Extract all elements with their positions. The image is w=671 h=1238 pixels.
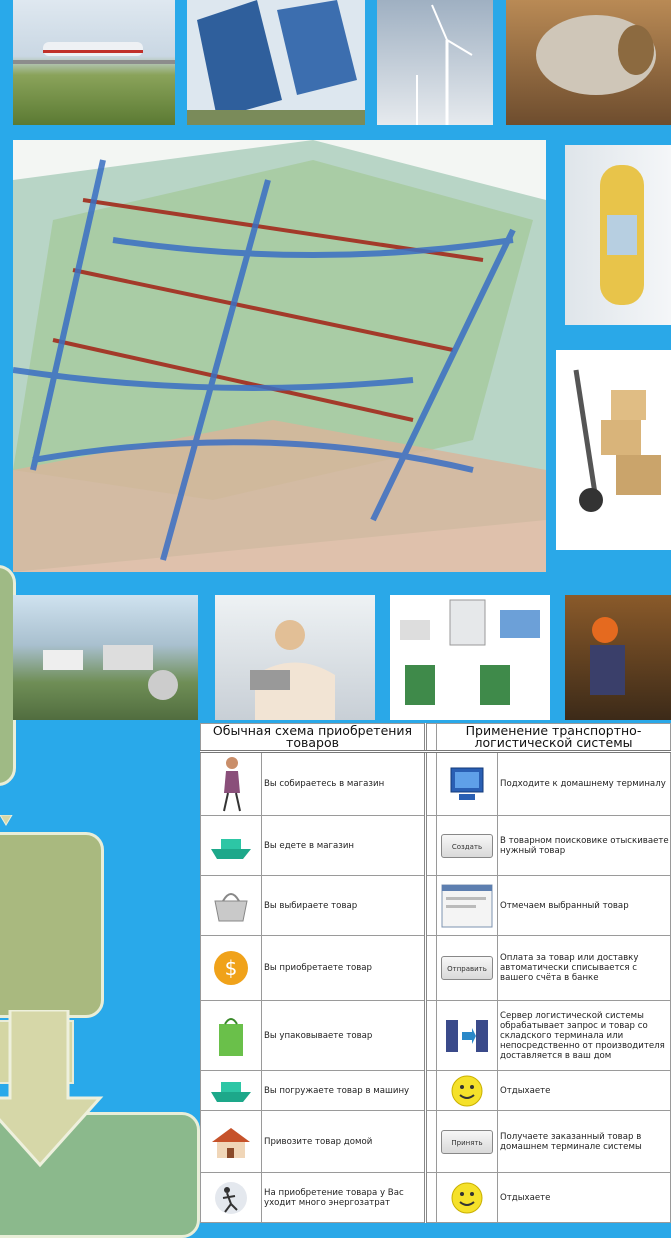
svg-text:$: $	[225, 956, 238, 980]
receive-button[interactable]: Принять	[441, 1129, 493, 1154]
down-arrow-icon	[0, 1010, 104, 1168]
row-right-text: Отдыхаете	[497, 1172, 671, 1223]
row-left-text: Вы выбираете товар	[261, 875, 426, 936]
smiley-icon	[436, 1172, 498, 1223]
table-row: Вы упаковываете товар Сервер логистическ…	[200, 1000, 671, 1071]
boat-icon	[200, 815, 262, 876]
hand-truck-boxes-photo	[556, 350, 671, 550]
house-icon	[200, 1110, 262, 1173]
row-right-text: Оплата за товар или доставку автоматичес…	[497, 935, 671, 1001]
table-row: $ Вы приобретаете товар Отправить Оплата…	[200, 935, 671, 1001]
header-right: Применение транспортно-логистической сис…	[436, 723, 671, 753]
dollar-coin-icon: $	[200, 935, 262, 1001]
table-row: Вы выбираете товар Отмечаем выбранный то…	[200, 875, 671, 936]
table-row: Привозите товар домой Принять Получаете …	[200, 1110, 671, 1173]
capsule-elevator-photo	[565, 145, 671, 325]
solar-panels-photo	[187, 0, 365, 125]
transport-tunnels-diagram	[13, 140, 546, 572]
small-arrow-icon	[0, 815, 13, 826]
row-right-text: Подходите к домашнему терминалу	[497, 751, 671, 816]
comparison-table: Обычная схема приобретения товаров Приме…	[200, 723, 671, 1223]
row-right-text: Отмечаем выбранный товар	[497, 875, 671, 936]
row-left-text: Вы собираетесь в магазин	[261, 751, 426, 816]
row-left-text: Привозите товар домой	[261, 1110, 426, 1173]
create-button[interactable]: Создать	[441, 833, 493, 858]
city-aerial-photo	[13, 595, 198, 720]
window-screenshot-icon	[436, 875, 498, 936]
row-right-text: Сервер логистической системы обрабатывае…	[497, 1000, 671, 1071]
shopping-basket-icon	[200, 875, 262, 936]
table-row: Вы погружаете товар в машину Отдыхаете	[200, 1070, 671, 1111]
server-transfer-icon	[436, 1000, 498, 1071]
wind-turbines-photo	[377, 0, 493, 125]
row-right-text: В товарном поисковике отыскиваете нужный…	[497, 815, 671, 876]
create-button-icon[interactable]: Создать	[436, 815, 498, 876]
table-header-row: Обычная схема приобретения товаров Приме…	[200, 723, 671, 753]
row-right-text: Получаете заказанный товар в домашнем те…	[497, 1110, 671, 1173]
row-left-text: Вы едете в магазин	[261, 815, 426, 876]
row-left-text: Вы упаковываете товар	[261, 1000, 426, 1071]
woman-laptop-photo	[215, 595, 375, 720]
woman-walking-icon	[200, 751, 262, 816]
tunnel-pipe-photo	[506, 0, 671, 125]
recycle-bag-icon	[200, 1000, 262, 1071]
green-box-middle	[0, 832, 104, 1018]
row-left-text: Вы погружаете товар в машину	[261, 1070, 426, 1111]
running-people-icon	[200, 1172, 262, 1223]
row-left-text: На приобретение товара у Вас уходит мног…	[261, 1172, 426, 1223]
table-row: На приобретение товара у Вас уходит мног…	[200, 1172, 671, 1223]
receive-button-icon[interactable]: Принять	[436, 1110, 498, 1173]
send-button[interactable]: Отправить	[441, 956, 493, 980]
computer-terminal-icon	[436, 751, 498, 816]
table-row: Вы собираетесь в магазин Подходите к дом…	[200, 751, 671, 816]
maglev-train-photo	[13, 0, 175, 125]
column-divider	[424, 723, 437, 753]
worker-tunnel-photo	[565, 595, 671, 720]
boat-icon	[200, 1070, 262, 1111]
network-equipment-photo	[390, 595, 550, 720]
row-right-text: Отдыхаете	[497, 1070, 671, 1111]
row-left-text: Вы приобретаете товар	[261, 935, 426, 1001]
table-row: Вы едете в магазин Создать В товарном по…	[200, 815, 671, 876]
smiley-icon	[436, 1070, 498, 1111]
send-button-icon[interactable]: Отправить	[436, 935, 498, 1001]
header-left: Обычная схема приобретения товаров	[200, 723, 426, 753]
